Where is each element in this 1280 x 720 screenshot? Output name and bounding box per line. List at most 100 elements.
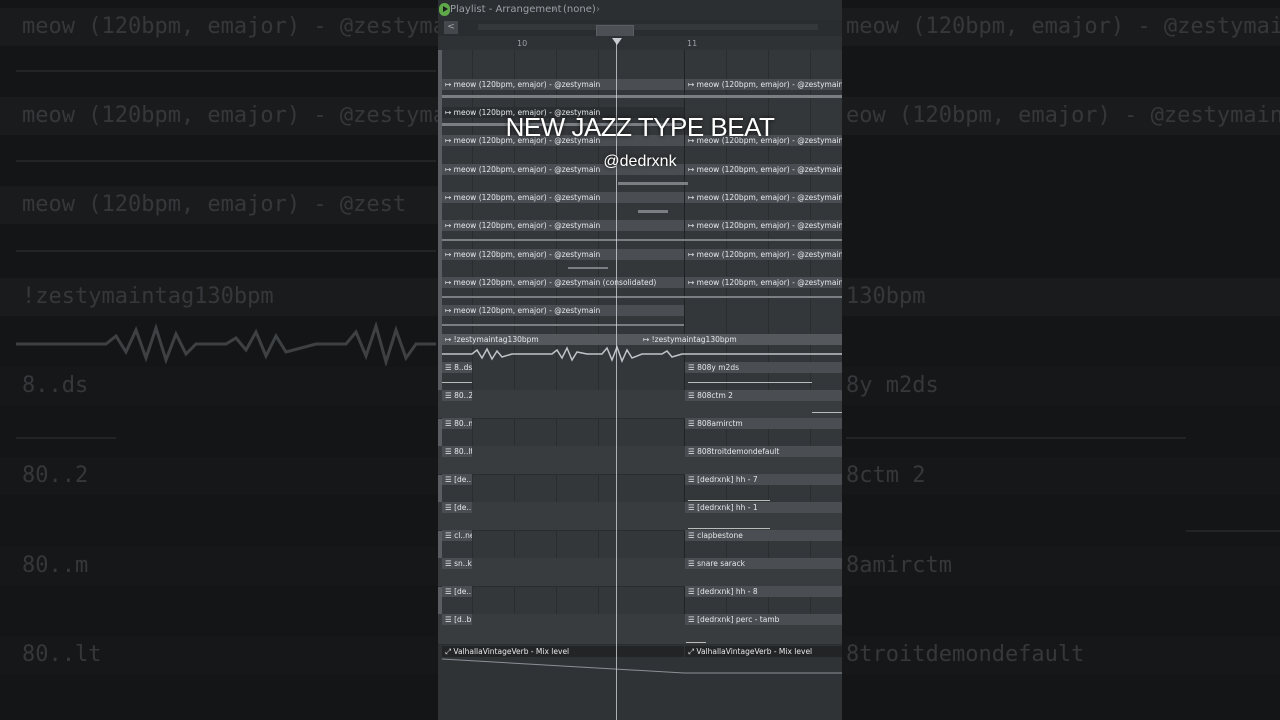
- note-bar: [688, 382, 812, 383]
- pattern-icon: ☰: [445, 559, 455, 568]
- automation-clip[interactable]: ⤢ ValhallaVintageVerb - Mix level: [442, 646, 684, 657]
- pattern-icon: ☰: [445, 447, 455, 456]
- bar-marker: 10: [517, 39, 528, 48]
- clip-waveform: [638, 210, 668, 213]
- bg-clip-label: eow (120bpm, emajor) - @zestymain: [846, 103, 1280, 128]
- audio-clip[interactable]: ↦ meow (120bpm, emajor) - @zestymain: [685, 79, 842, 90]
- pattern-lane[interactable]: ☰ [de.. ☰ [dedrxnk] hh - 1: [438, 502, 842, 531]
- playhead-line: [616, 43, 617, 720]
- pattern-icon: ☰: [445, 503, 455, 512]
- pattern-clip[interactable]: ☰ 808y m2ds: [685, 362, 842, 373]
- pattern-icon: ☰: [445, 587, 455, 596]
- tag-waveform: [442, 345, 842, 363]
- scroll-track[interactable]: [478, 24, 818, 40]
- pattern-lane[interactable]: ☰ 80..lt ☰ 808troitdemondefault: [438, 446, 842, 475]
- automation-clip[interactable]: ⤢ ValhallaVintageVerb - Mix level: [685, 646, 842, 657]
- pattern-icon: ☰: [688, 419, 698, 428]
- pattern-clip-label: 808y m2ds: [697, 363, 739, 372]
- bg-waveform: [16, 70, 436, 72]
- bg-pattern-label: 80..m: [22, 553, 89, 578]
- pattern-clip[interactable]: ☰ [dedrxnk] perc - tamb: [685, 614, 842, 625]
- audio-clip[interactable]: ↦ meow (120bpm, emajor) - @zestymain: [685, 277, 842, 288]
- note-bar: [688, 500, 770, 501]
- pattern-lane[interactable]: ☰ 80..2 ☰ 808ctm 2: [438, 390, 842, 419]
- bg-clip-label: meow (120bpm, emajor) - @zest: [22, 192, 407, 217]
- pattern-lane[interactable]: ☰ cl..ne ☰ clapbestone: [438, 530, 842, 559]
- bg-tag-waveform: [16, 322, 436, 366]
- pattern-selector[interactable]: (none): [563, 0, 596, 20]
- audio-clip[interactable]: ↦ meow (120bpm, emajor) - @zestymain: [442, 305, 684, 316]
- pattern-clip[interactable]: ☰ 808troitdemondefault: [685, 446, 842, 457]
- pattern-lane[interactable]: ☰ 8..ds ☰ 808y m2ds: [438, 362, 842, 391]
- bg-waveform: [16, 250, 436, 252]
- bg-clip-label: meow (120bpm, emajor) - @zestymain: [846, 14, 1280, 39]
- audio-clip[interactable]: ↦ meow (120bpm, emajor) - @zestymain: [442, 220, 684, 231]
- audio-clip[interactable]: ↦ meow (120bpm, emajor) - @zestymain: [685, 192, 842, 203]
- pattern-clip-label: [dedrxnk] hh - 1: [697, 503, 758, 512]
- automation-clip-label: ValhallaVintageVerb - Mix level: [453, 647, 570, 656]
- pattern-clip[interactable]: ☰ 8..ds: [442, 362, 472, 373]
- bg-pattern-label: 80..2: [22, 463, 89, 488]
- pattern-clip[interactable]: ☰ [dedrxnk] hh - 8: [685, 586, 842, 597]
- timeline-ruler[interactable]: 10 11: [438, 36, 842, 50]
- pattern-clip-label: sn..k: [454, 559, 472, 568]
- clip-waveform: [618, 182, 688, 185]
- pattern-clip[interactable]: ☰ [de..: [442, 474, 472, 485]
- pattern-clip-label: 80..2: [454, 391, 472, 400]
- pattern-icon: ☰: [445, 363, 455, 372]
- note-bar: [686, 642, 706, 643]
- pattern-clip-label: 80..m: [454, 419, 472, 428]
- bg-pattern-label: 8ctm 2: [846, 463, 926, 488]
- bg-pattern-note: [16, 437, 116, 439]
- automation-clip-label: ValhallaVintageVerb - Mix level: [696, 647, 813, 656]
- pattern-icon: ☰: [445, 475, 455, 484]
- playlist-window: Playlist - Arrangement › (none) › < 10 1…: [438, 0, 842, 720]
- pattern-icon: ☰: [688, 559, 698, 568]
- note-bar: [812, 412, 842, 413]
- audio-clip[interactable]: ↦ meow (120bpm, emajor) - @zestymain (co…: [442, 277, 684, 288]
- pattern-lane[interactable]: ☰ [d..b ☰ [dedrxnk] perc - tamb: [438, 614, 842, 645]
- fl-studio-logo-icon[interactable]: [439, 3, 450, 16]
- pattern-clip-label: [de..: [454, 503, 472, 512]
- pattern-lane[interactable]: ☰ [de.. ☰ [dedrxnk] hh - 8: [438, 586, 842, 615]
- pattern-clip[interactable]: ☰ 808amirctm: [685, 418, 842, 429]
- pattern-clip-label: clapbestone: [697, 531, 743, 540]
- audio-clip[interactable]: ↦ meow (120bpm, emajor) - @zestymain: [685, 220, 842, 231]
- chevron-right-icon: ›: [596, 4, 600, 15]
- pattern-clip[interactable]: ☰ [dedrxnk] hh - 1: [685, 502, 842, 513]
- video-overlay-handle: @dedrxnk: [603, 153, 677, 170]
- pattern-lane[interactable]: ☰ sn..k ☰ snare sarack: [438, 558, 842, 587]
- pattern-icon: ☰: [688, 475, 698, 484]
- pattern-clip[interactable]: ☰ snare sarack: [685, 558, 842, 569]
- playhead-marker-icon[interactable]: [612, 38, 622, 45]
- pattern-lane[interactable]: ☰ [de.. ☰ [dedrxnk] hh - 7: [438, 474, 842, 503]
- bg-waveform: [16, 160, 436, 162]
- window-titlebar[interactable]: Playlist - Arrangement › (none) ›: [438, 0, 842, 20]
- audio-clip[interactable]: ↦ meow (120bpm, emajor) - @zestymain: [442, 249, 684, 260]
- pattern-clip[interactable]: ☰ 80..2: [442, 390, 472, 401]
- note-bar: [688, 528, 770, 529]
- audio-clip[interactable]: ↦ meow (120bpm, emajor) - @zestymain: [442, 192, 684, 203]
- bg-clip-label: !zestymaintag130bpm: [22, 284, 274, 309]
- pattern-lane[interactable]: ☰ 80..m ☰ 808amirctm: [438, 418, 842, 447]
- pattern-clip[interactable]: ☰ [d..b: [442, 614, 472, 625]
- pattern-clip[interactable]: ☰ [dedrxnk] hh - 7: [685, 474, 842, 485]
- pattern-icon: ☰: [688, 531, 698, 540]
- bg-pattern-label: 8amirctm: [846, 553, 952, 578]
- pattern-clip[interactable]: ☰ [de..: [442, 502, 472, 513]
- automation-lane[interactable]: ⤢ ValhallaVintageVerb - Mix level ⤢ Valh…: [438, 645, 842, 720]
- pattern-clip-label: cl..ne: [454, 531, 472, 540]
- scroll-left-button[interactable]: <: [444, 21, 458, 34]
- pattern-clip[interactable]: ☰ 80..lt: [442, 446, 472, 457]
- pattern-clip[interactable]: ☰ 808ctm 2: [685, 390, 842, 401]
- pattern-clip[interactable]: ☰ cl..ne: [442, 530, 472, 541]
- pattern-clip[interactable]: ☰ clapbestone: [685, 530, 842, 541]
- bg-clip-label: meow (120bpm, emajor) - @zestymain: [22, 103, 473, 128]
- audio-clip[interactable]: ↦ meow (120bpm, emajor) - @zestymain: [685, 249, 842, 260]
- pattern-clip[interactable]: ☰ sn..k: [442, 558, 472, 569]
- pattern-clip[interactable]: ☰ [de..: [442, 586, 472, 597]
- pattern-clip[interactable]: ☰ 80..m: [442, 418, 472, 429]
- audio-clip[interactable]: ↦ meow (120bpm, emajor) - @zestymain: [442, 79, 684, 90]
- audio-clip[interactable]: ↦ !zestymaintag130bpm: [640, 334, 842, 345]
- horizontal-scrollbar[interactable]: <: [438, 20, 842, 40]
